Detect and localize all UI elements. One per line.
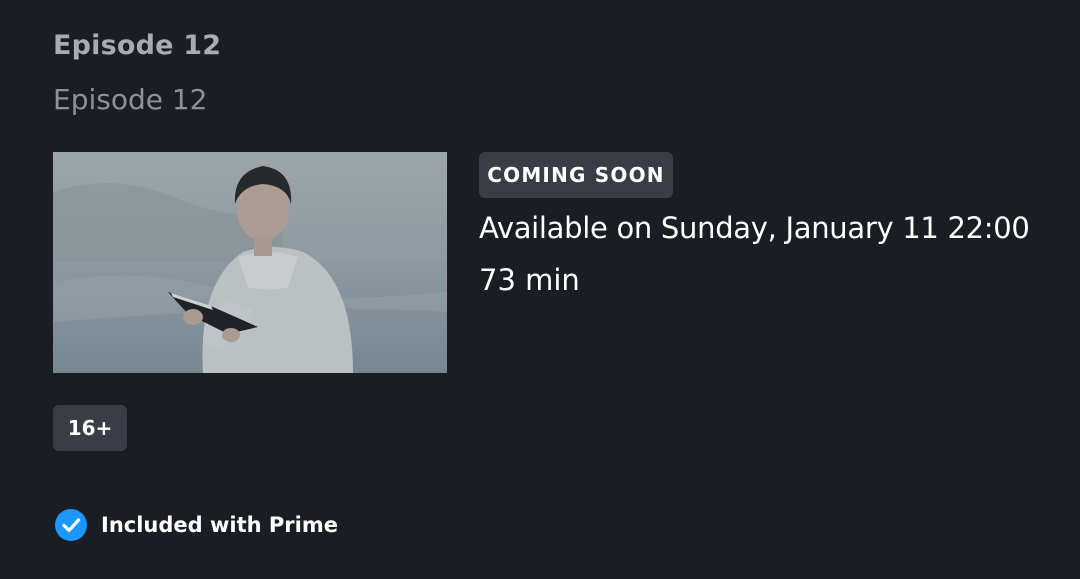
- episode-heading: Episode 12: [53, 30, 222, 61]
- episode-still-image: [53, 152, 447, 373]
- availability-text: Available on Sunday, January 11 22:00: [479, 211, 1030, 245]
- episode-thumbnail[interactable]: [53, 152, 447, 373]
- prime-included-label: Included with Prime: [101, 513, 338, 537]
- check-circle-icon: [55, 509, 87, 541]
- runtime-text: 73 min: [479, 263, 580, 297]
- episode-subtitle: Episode 12: [53, 83, 208, 116]
- age-rating-badge: 16+: [53, 405, 127, 451]
- prime-included-row: Included with Prime: [55, 509, 338, 541]
- coming-soon-badge: COMING SOON: [479, 152, 673, 198]
